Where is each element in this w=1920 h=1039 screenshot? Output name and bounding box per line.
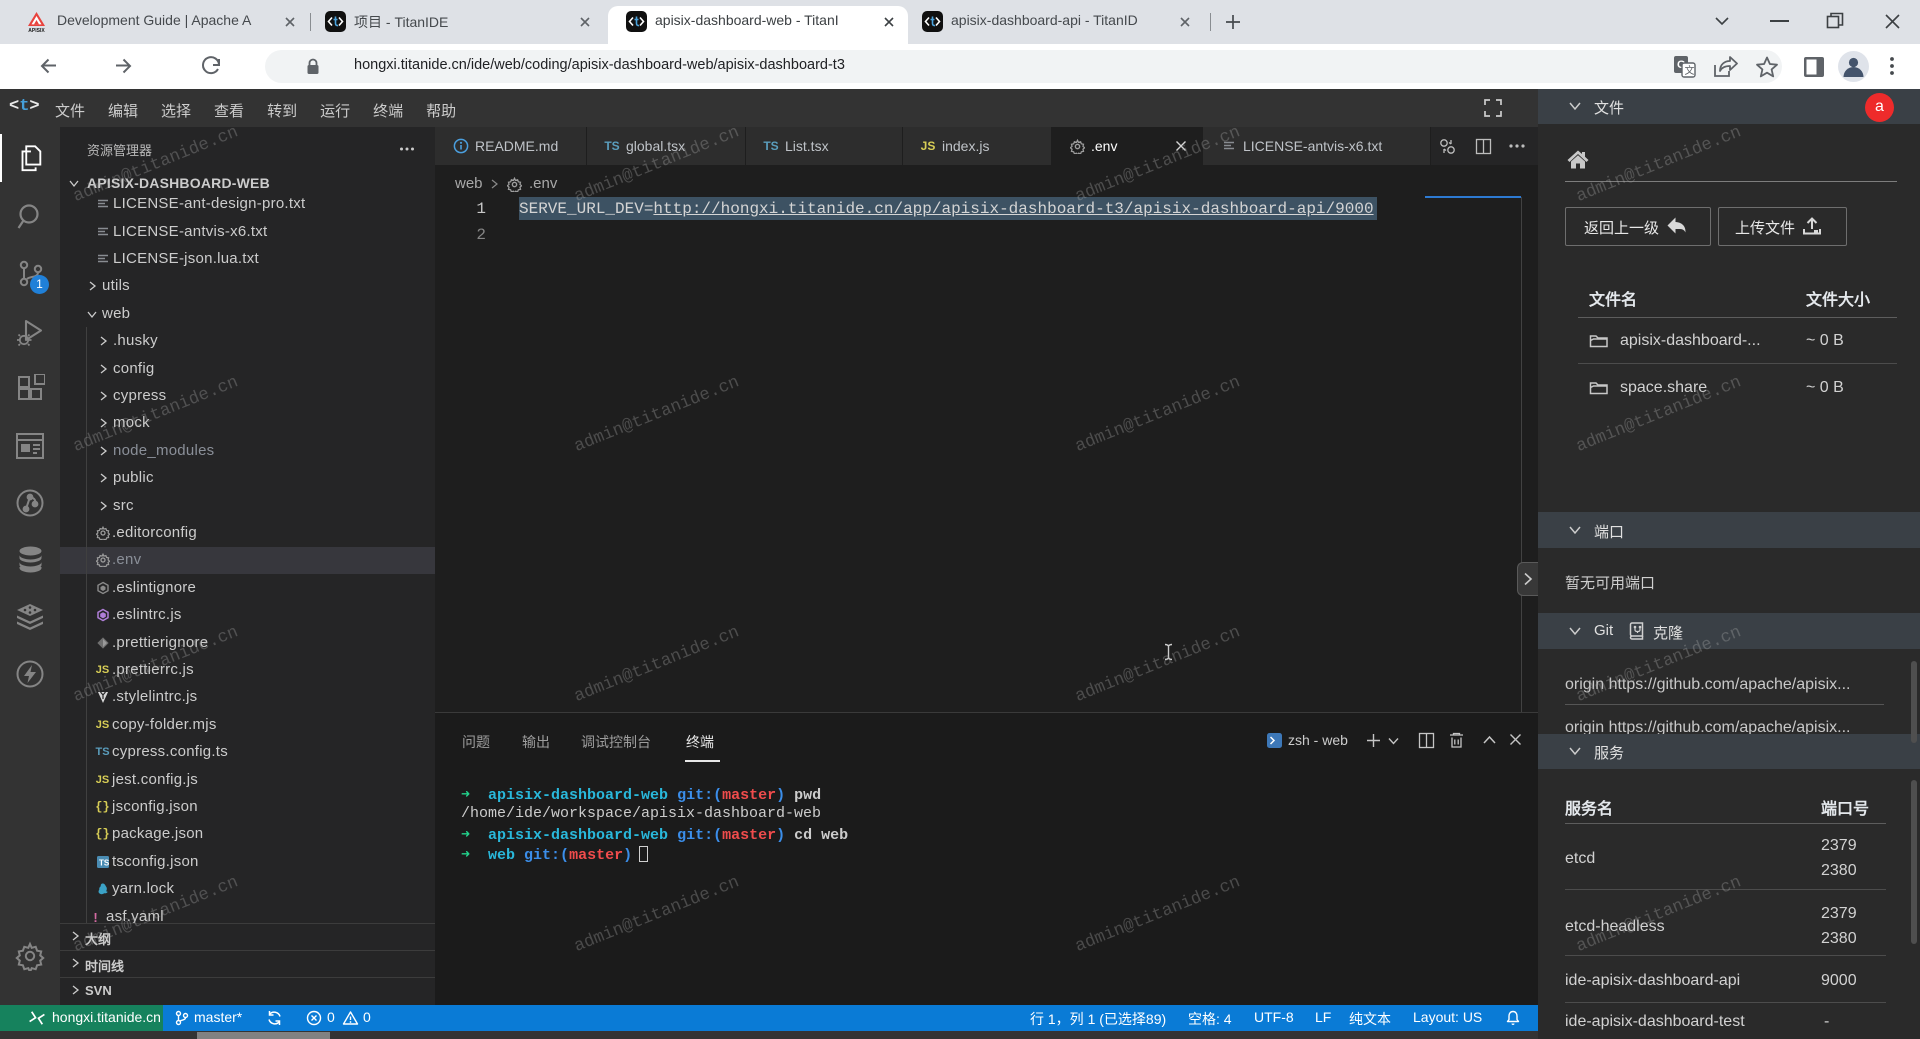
- svg-text:APISIX: APISIX: [28, 28, 45, 33]
- svg-text:文: 文: [1685, 64, 1695, 77]
- svg-text:TS: TS: [99, 859, 110, 868]
